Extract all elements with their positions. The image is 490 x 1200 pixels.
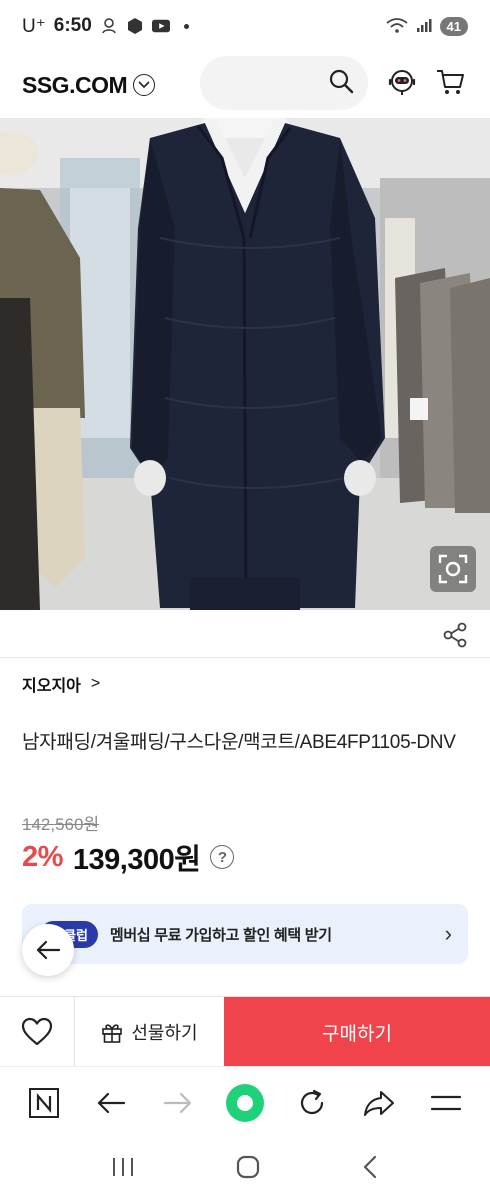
system-nav-bar [0, 1138, 490, 1200]
battery-indicator: 41 [439, 16, 468, 36]
browser-home-icon[interactable] [223, 1081, 267, 1125]
arrow-left-icon [36, 940, 61, 960]
browser-forward-icon[interactable] [156, 1081, 200, 1125]
carrier-label: U⁺ [22, 15, 46, 37]
chatbot-icon[interactable] [384, 64, 420, 100]
forward-share-icon[interactable] [357, 1081, 401, 1125]
notification-app-icon [100, 17, 118, 35]
membership-banner[interactable]: 클럽 멤버십 무료 가입하고 할인 혜택 받기 › [22, 904, 468, 964]
discount-rate: 2% [22, 840, 63, 873]
ssg-logo[interactable]: SSG.COM [22, 72, 128, 99]
wifi-icon [385, 17, 408, 36]
wishlist-button[interactable] [0, 997, 75, 1067]
chevron-right-icon: > [90, 675, 101, 692]
browser-toolbar [0, 1066, 490, 1138]
clock: 6:50 [53, 15, 92, 36]
menu-icon[interactable] [424, 1081, 468, 1125]
membership-text: 멤버십 무료 가입하고 할인 혜택 받기 [109, 926, 332, 944]
heart-icon [21, 1017, 53, 1046]
buy-button[interactable]: 구매하기 [224, 997, 490, 1067]
home-icon[interactable] [235, 1154, 261, 1185]
gift-button[interactable]: 선물하기 [75, 997, 224, 1067]
share-row [0, 612, 490, 658]
image-search-lens-icon[interactable] [430, 546, 476, 592]
product-photo [0, 118, 490, 610]
product-image[interactable] [0, 118, 490, 610]
status-bar: U⁺ 6:50 41 [0, 0, 490, 52]
price-help-icon[interactable]: ? [210, 845, 235, 869]
recent-apps-icon[interactable] [110, 1156, 136, 1183]
back-icon[interactable] [360, 1155, 380, 1184]
share-icon[interactable] [442, 622, 468, 648]
search-input[interactable] [218, 70, 328, 96]
gift-icon [102, 1024, 123, 1043]
sale-price: 139,300원 [72, 844, 201, 876]
cart-icon[interactable] [432, 64, 468, 100]
gift-label: 선물하기 [131, 1023, 198, 1043]
brand-link[interactable]: 지오지아 > [22, 672, 100, 696]
search-icon[interactable] [328, 68, 354, 99]
refresh-icon[interactable] [290, 1081, 334, 1125]
search-bar[interactable] [200, 56, 368, 110]
browser-back-icon[interactable] [89, 1081, 133, 1125]
price-row: 2% 139,300원 ? [22, 836, 235, 878]
purchase-action-bar: 선물하기 구매하기 [0, 996, 490, 1067]
brand-name: 지오지아 [22, 678, 81, 695]
floating-back-button[interactable] [22, 924, 74, 976]
signal-icon [416, 17, 432, 36]
more-notifications-dot [183, 23, 189, 29]
app-header: SSG.COM [0, 52, 490, 118]
chevron-right-icon: › [444, 921, 452, 946]
original-price: 142,560원 [22, 815, 100, 834]
chevron-down-icon[interactable] [133, 74, 156, 96]
naver-n-icon[interactable] [22, 1081, 66, 1125]
youtube-icon [151, 17, 170, 35]
product-title: 남자패딩/겨울패딩/구스다운/맥코트/ABE4FP1105-DNV [22, 732, 456, 753]
hexagon-app-icon [126, 17, 144, 35]
